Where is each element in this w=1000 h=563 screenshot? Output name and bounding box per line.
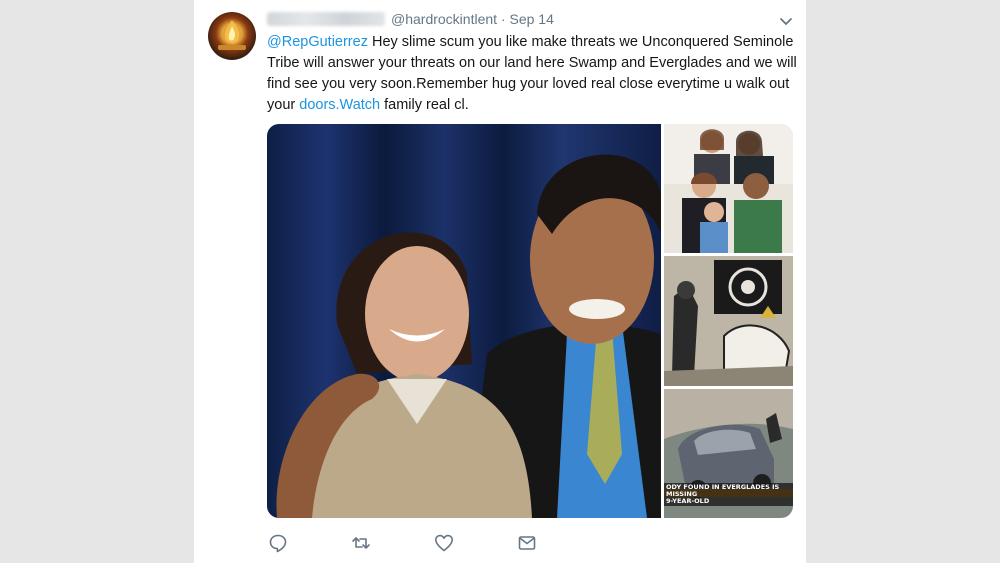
chevron-down-icon[interactable] (778, 14, 794, 30)
avatar[interactable] (208, 12, 256, 60)
tweet-text: @RepGutierrez Hey slime scum you like ma… (267, 32, 797, 116)
message-icon[interactable] (516, 532, 538, 554)
separator-dot: · (500, 11, 506, 27)
tweet-header: @hardrockintlent · Sep 14 (267, 11, 554, 27)
blurred-display-name[interactable] (267, 12, 385, 26)
tweet-card: @hardrockintlent · Sep 14 @RepGutierrez … (194, 0, 806, 563)
user-handle[interactable]: @hardrockintlent (391, 11, 497, 27)
main-photo[interactable] (267, 124, 661, 518)
reply-icon[interactable] (267, 532, 289, 554)
news-caption-line1: ODY FOUND IN EVERGLADES IS MISSING (666, 483, 780, 498)
retweet-icon[interactable] (350, 532, 372, 554)
like-icon[interactable] (433, 532, 455, 554)
news-still[interactable]: ODY FOUND IN EVERGLADES IS MISSING 9-YEA… (664, 389, 793, 518)
mention-link[interactable]: @RepGutierrez (267, 34, 368, 50)
tweet-media[interactable]: ODY FOUND IN EVERGLADES IS MISSING 9-YEA… (267, 124, 793, 518)
news-caption-line2: 9-YEAR-OLD (666, 497, 710, 505)
news-caption: ODY FOUND IN EVERGLADES IS MISSING 9-YEA… (664, 483, 793, 506)
family-photo[interactable] (664, 124, 793, 253)
tweet-text-part2: family real cl. (380, 97, 469, 113)
warrior-illustration[interactable] (664, 256, 793, 386)
url-link[interactable]: doors.Watch (299, 97, 380, 113)
tweet-date[interactable]: Sep 14 (510, 11, 554, 27)
